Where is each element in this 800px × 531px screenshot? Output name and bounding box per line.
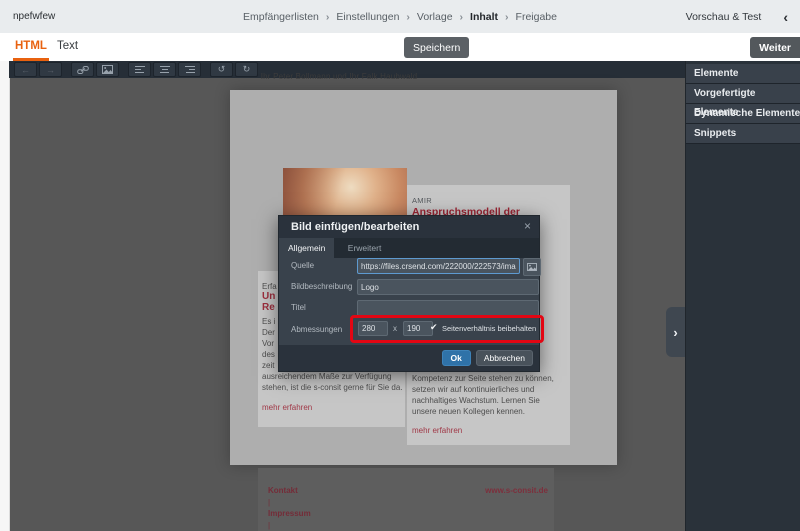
insert-image-icon[interactable] xyxy=(96,62,119,77)
forward-icon[interactable]: → xyxy=(39,62,62,77)
email-footer-website-link[interactable]: www.s-consit.de xyxy=(460,486,548,495)
width-input[interactable] xyxy=(358,321,388,336)
image-edit-dialog: Bild einfügen/bearbeiten × Allgemein Erw… xyxy=(278,215,540,372)
top-bar: npefwfew Empfängerlisten›Einstellungen›V… xyxy=(0,0,800,34)
email-left-heading-fragment: Un xyxy=(262,291,275,302)
breadcrumb-vorlage[interactable]: Vorlage xyxy=(417,11,453,23)
chevron-right-icon: › xyxy=(673,325,677,340)
email-text-fragment: Vor xyxy=(262,339,274,348)
email-greeting-text: Ihr Peter Bollmann und Ihr Falk Haubwald xyxy=(230,72,448,81)
email-text-fragment: Der xyxy=(262,328,275,337)
email-body-line: nachhaltiges Wachstum. Lernen Sie xyxy=(412,396,540,405)
title-label: Titel xyxy=(291,303,306,312)
email-footer-separator: | xyxy=(268,498,270,507)
email-body-line: ausreichendem Maße zur Verfügung xyxy=(262,372,391,381)
breadcrumb: Empfängerlisten › Einstellungen › Vorlage › In… xyxy=(0,11,800,23)
email-text-fragment: des xyxy=(262,350,275,359)
next-button[interactable]: Weiter xyxy=(750,37,800,58)
title-input[interactable] xyxy=(357,300,539,316)
breadcrumb-separator-icon: › xyxy=(505,11,509,23)
back-icon[interactable]: ← xyxy=(14,62,37,77)
sidebar-item-dynamische-elemente[interactable]: Dynamische Elemente xyxy=(686,104,800,124)
save-button[interactable]: Speichern xyxy=(404,37,469,58)
dialog-title-bar[interactable]: Bild einfügen/bearbeiten × xyxy=(279,216,539,238)
dimensions-label: Abmessungen xyxy=(291,325,342,334)
email-left-heading-fragment: Re xyxy=(262,302,275,313)
dialog-tab-erweitert[interactable]: Erweitert xyxy=(339,238,391,258)
app-window: npefwfew Empfängerlisten›Einstellungen›V… xyxy=(0,0,800,531)
dimensions-times-label: x xyxy=(393,324,397,333)
email-body-line: Kompetenz zur Seite stehen zu können, xyxy=(412,374,554,383)
ok-button[interactable]: Ok xyxy=(442,350,471,366)
dialog-title: Bild einfügen/bearbeiten xyxy=(291,216,419,238)
breadcrumb-separator-icon: › xyxy=(460,11,464,23)
editor-tab-bar: HTML Text Speichern Weiter xyxy=(0,33,800,61)
dialog-tab-allgemein[interactable]: Allgemein xyxy=(279,238,334,258)
aspect-ratio-label[interactable]: Seitenverhältnis beibehalten xyxy=(442,324,536,333)
email-footer-impressum-link[interactable]: Impressum xyxy=(268,509,311,518)
collapse-chevron-icon[interactable]: ‹ xyxy=(783,12,788,22)
email-text-fragment: Erfa xyxy=(262,282,277,291)
breadcrumb-inhalt[interactable]: Inhalt xyxy=(470,11,498,23)
dialog-tab-bar: Allgemein Erweitert xyxy=(279,238,539,258)
align-left-icon[interactable] xyxy=(128,62,151,77)
email-body-line: stehen, ist die s-consit gerne für Sie d… xyxy=(262,383,403,392)
close-icon[interactable]: × xyxy=(524,219,531,233)
email-footer-separator: | xyxy=(268,521,270,530)
email-more-link[interactable]: mehr erfahren xyxy=(412,426,462,435)
left-scrollbar-track[interactable] xyxy=(0,61,10,531)
email-footer-kontakt-link[interactable]: Kontakt xyxy=(268,486,298,495)
sidebar-item-elemente[interactable]: Elemente xyxy=(686,64,800,84)
source-input[interactable] xyxy=(357,258,520,274)
source-label: Quelle xyxy=(291,261,314,270)
breadcrumb-empfaengerlisten[interactable]: Empfängerlisten xyxy=(243,11,319,23)
email-text-fragment: Es i xyxy=(262,317,275,326)
tab-text[interactable]: Text xyxy=(55,33,80,61)
browse-image-icon[interactable] xyxy=(523,258,541,276)
link-icon[interactable] xyxy=(71,62,94,77)
breadcrumb-freigabe[interactable]: Freigabe xyxy=(516,11,557,23)
height-input[interactable] xyxy=(403,321,433,336)
email-body-line: unsere neuen Kollegen kennen. xyxy=(412,407,525,416)
description-label: Bildbeschreibung xyxy=(291,282,352,291)
breadcrumb-separator-icon: › xyxy=(406,11,410,23)
email-more-link[interactable]: mehr erfahren xyxy=(262,403,312,412)
aspect-ratio-checkbox[interactable]: ✔ xyxy=(430,322,438,333)
sidebar-item-vorgefertigte-elemente[interactable]: Vorgefertigte Elemente xyxy=(686,84,800,104)
tab-html[interactable]: HTML xyxy=(13,33,49,61)
preview-test-link[interactable]: Vorschau & Test xyxy=(686,11,762,23)
email-footer-section xyxy=(258,468,554,531)
email-body-line: setzen wir auf kontinuierliches und xyxy=(412,385,534,394)
description-input[interactable] xyxy=(357,279,539,295)
email-kicker-text: AMIR xyxy=(412,196,432,205)
email-text-fragment: zeit xyxy=(262,361,274,370)
cancel-button[interactable]: Abbrechen xyxy=(476,350,533,366)
breadcrumb-einstellungen[interactable]: Einstellungen xyxy=(336,11,399,23)
sidebar-expand-handle[interactable]: › xyxy=(666,307,685,357)
breadcrumb-separator-icon: › xyxy=(326,11,330,23)
sidebar-item-snippets[interactable]: Snippets xyxy=(686,124,800,144)
elements-sidebar: Elemente Vorgefertigte Elemente Dynamisc… xyxy=(685,61,800,531)
dialog-footer: Ok Abbrechen xyxy=(279,345,539,371)
align-right-icon[interactable] xyxy=(178,62,201,77)
align-center-icon[interactable] xyxy=(153,62,176,77)
